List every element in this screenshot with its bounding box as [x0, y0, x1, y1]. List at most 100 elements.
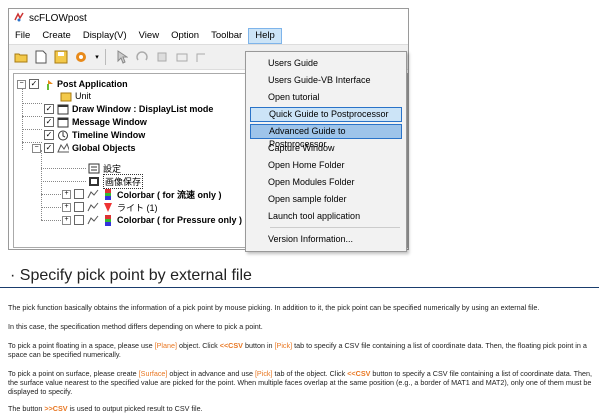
menu-item-launch-tool[interactable]: Launch tool application	[250, 209, 402, 224]
tree-connector	[41, 220, 61, 221]
tree-item-colorbar-velocity[interactable]: + Colorbar ( for 流速 only )	[62, 188, 222, 200]
tree-connector	[41, 168, 86, 169]
tree-item-label: 画像保存	[103, 173, 144, 189]
tree-item-timeline-window[interactable]: ✓ Timeline Window	[44, 129, 145, 141]
tree-item-label: ライト (1)	[117, 202, 158, 213]
timeline-icon	[57, 130, 69, 141]
csv-export-keyword: >>CSV	[44, 404, 68, 413]
menu-item-open-sample-folder[interactable]: Open sample folder	[250, 192, 402, 207]
fit-icon[interactable]	[194, 49, 210, 65]
scflow-app-icon	[13, 10, 25, 28]
post-application-icon	[42, 79, 54, 90]
toolbar-separator	[105, 49, 106, 65]
tree-item-message-window[interactable]: ✓ Message Window	[44, 116, 147, 128]
new-file-icon[interactable]	[33, 49, 49, 65]
settings-icon[interactable]	[73, 49, 89, 65]
tree-checkbox[interactable]	[74, 202, 84, 212]
pick-keyword: [Pick]	[274, 341, 293, 350]
csv-import-keyword: <<CSV	[219, 341, 243, 350]
plane-keyword: [Plane]	[154, 341, 178, 350]
section-heading: · Specify pick point by external file	[10, 267, 252, 285]
p5-text-b: is used to output picked result to CSV f…	[67, 404, 203, 413]
tree-checkbox[interactable]	[74, 189, 84, 199]
menu-item-quick-guide[interactable]: Quick Guide to Postprocessor	[250, 107, 402, 122]
tree-connector	[41, 181, 86, 182]
tree-checkbox[interactable]: ✓	[29, 79, 39, 89]
tree-root[interactable]: − ✓ Post Application	[17, 78, 128, 90]
tree-item-global-objects[interactable]: − ✓ Global Objects	[17, 142, 136, 154]
pan-icon[interactable]	[154, 49, 170, 65]
heading-bullet: ·	[10, 267, 20, 284]
save-icon[interactable]	[53, 49, 69, 65]
heading-rule	[0, 287, 599, 288]
menu-help[interactable]: Help	[248, 28, 282, 44]
tree-item-label: Draw Window : DisplayList mode	[72, 104, 214, 114]
light-icon	[102, 202, 114, 213]
tree-checkbox[interactable]: ✓	[44, 104, 54, 114]
rotate-icon[interactable]	[134, 49, 150, 65]
p4-text-a: To pick a point on surface, please creat…	[8, 369, 139, 378]
menu-item-version-info[interactable]: Version Information...	[250, 232, 402, 247]
tree-item-colorbar-pressure[interactable]: + Colorbar ( for Pressure only ) [Forcib	[62, 214, 275, 226]
p3-text-b: object. Click	[177, 341, 220, 350]
paragraph-4: To pick a point on surface, please creat…	[8, 369, 593, 396]
tree-item-image-save[interactable]: 画像保存	[88, 173, 144, 189]
menu-bar: File Create Display(V) View Option Toolb…	[9, 28, 408, 44]
expand-icon[interactable]: +	[62, 215, 71, 225]
menu-item-open-tutorial[interactable]: Open tutorial	[250, 90, 402, 105]
tree-connector	[41, 194, 61, 195]
tree-checkbox[interactable]: ✓	[44, 143, 54, 153]
global-object-icon	[87, 215, 99, 226]
paragraph-5: The button >>CSV is used to output picke…	[8, 404, 593, 413]
menu-item-open-home-folder[interactable]: Open Home Folder	[250, 158, 402, 173]
message-window-icon	[57, 117, 69, 128]
tree-item-settings[interactable]: 設定	[88, 162, 121, 174]
p5-text-a: The button	[8, 404, 45, 413]
expand-icon[interactable]: +	[62, 189, 71, 199]
tree-checkbox[interactable]: ✓	[44, 117, 54, 127]
menu-item-advanced-guide[interactable]: Advanced Guide to Postprocessor	[250, 124, 402, 149]
menu-item-users-guide[interactable]: Users Guide	[250, 56, 402, 71]
expand-icon[interactable]: +	[62, 202, 71, 212]
pointer-icon[interactable]	[114, 49, 130, 65]
open-folder-icon[interactable]	[13, 49, 29, 65]
menu-display[interactable]: Display(V)	[77, 28, 133, 44]
paragraph-1: The pick function basically obtains the …	[8, 303, 540, 312]
tree-checkbox[interactable]: ✓	[44, 130, 54, 140]
menu-view[interactable]: View	[133, 28, 165, 44]
tree-checkbox[interactable]	[74, 215, 84, 225]
csv-import-keyword: <<CSV	[347, 369, 371, 378]
colorbar-icon	[102, 188, 114, 200]
tree-connector	[22, 103, 42, 104]
menu-item-capture-window[interactable]: Capture Window	[250, 141, 402, 156]
zoom-icon[interactable]	[174, 49, 190, 65]
pick-keyword: [Pick]	[254, 369, 273, 378]
tree-root-label: Post Application	[57, 79, 128, 89]
menu-toolbar[interactable]: Toolbar	[205, 28, 248, 44]
menu-item-users-guide-vb[interactable]: Users Guide-VB Interface	[250, 73, 402, 88]
p4-text-c: tab of the object. Click	[272, 369, 348, 378]
tree-item-light[interactable]: + ライト (1)	[62, 201, 158, 213]
tree-connector	[22, 116, 42, 117]
menu-separator	[270, 227, 400, 228]
unit-icon	[60, 91, 72, 102]
help-menu-dropdown: Users Guide Users Guide-VB Interface Ope…	[245, 51, 407, 252]
p3-text-c: button in	[242, 341, 275, 350]
menu-option[interactable]: Option	[165, 28, 205, 44]
dropdown-arrow-icon[interactable]: ▾	[93, 49, 101, 65]
draw-window-icon	[57, 104, 69, 115]
tree-item-unit[interactable]: Unit	[60, 90, 91, 102]
tree-item-label: Global Objects	[72, 143, 136, 153]
collapse-icon[interactable]: −	[32, 143, 41, 153]
menu-item-open-modules-folder[interactable]: Open Modules Folder	[250, 175, 402, 190]
tree-item-label: Unit	[75, 91, 92, 101]
tree-connector	[22, 84, 23, 150]
menu-create[interactable]: Create	[36, 28, 77, 44]
colorbar-icon	[102, 214, 114, 226]
p3-text-a: To pick a point floating in a space, ple…	[8, 341, 155, 350]
tree-item-draw-window[interactable]: ✓ Draw Window : DisplayList mode	[44, 103, 213, 115]
collapse-icon[interactable]: −	[17, 79, 26, 89]
paragraph-2: In this case, the specification method d…	[8, 322, 263, 331]
menu-file[interactable]: File	[9, 28, 36, 44]
title-bar: scFLOWpost	[9, 9, 408, 28]
